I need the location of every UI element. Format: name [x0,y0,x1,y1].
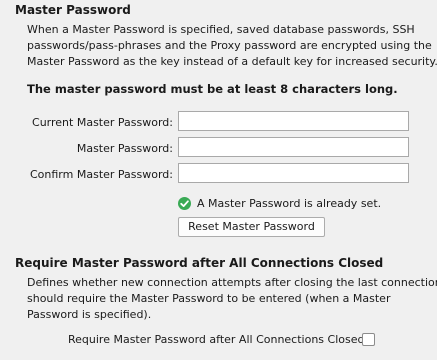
current-master-password-input[interactable] [178,111,409,131]
reset-master-password-button[interactable]: Reset Master Password [178,217,325,237]
description-line: passwords/pass-phrases and the Proxy pas… [27,39,432,52]
master-password-input[interactable] [178,137,409,157]
description-line: When a Master Password is specified, sav… [27,23,415,36]
description-line: Defines whether new connection attempts … [27,276,437,289]
require-master-password-checkbox[interactable] [362,333,375,346]
description-line: should require the Master Password to be… [27,292,391,305]
master-password-status: A Master Password is already set. [197,197,382,210]
description-line: Password is specified). [27,308,152,321]
confirm-master-password-label: Confirm Master Password: [30,168,173,181]
master-password-label: Master Password: [76,142,173,155]
require-master-password-section-title: Require Master Password after All Connec… [15,256,384,270]
require-master-password-description: Defines whether new connection attempts … [27,275,437,323]
current-master-password-label: Current Master Password: [32,116,173,129]
master-password-description: When a Master Password is specified, sav… [27,22,437,70]
require-master-password-checkbox-label: Require Master Password after All Connec… [68,333,369,346]
password-length-notice: The master password must be at least 8 c… [27,82,398,96]
description-line: Master Password as the key instead of a … [27,55,437,68]
check-circle-icon [178,197,191,210]
master-password-section-title: Master Password [15,3,131,17]
confirm-master-password-input[interactable] [178,163,409,183]
